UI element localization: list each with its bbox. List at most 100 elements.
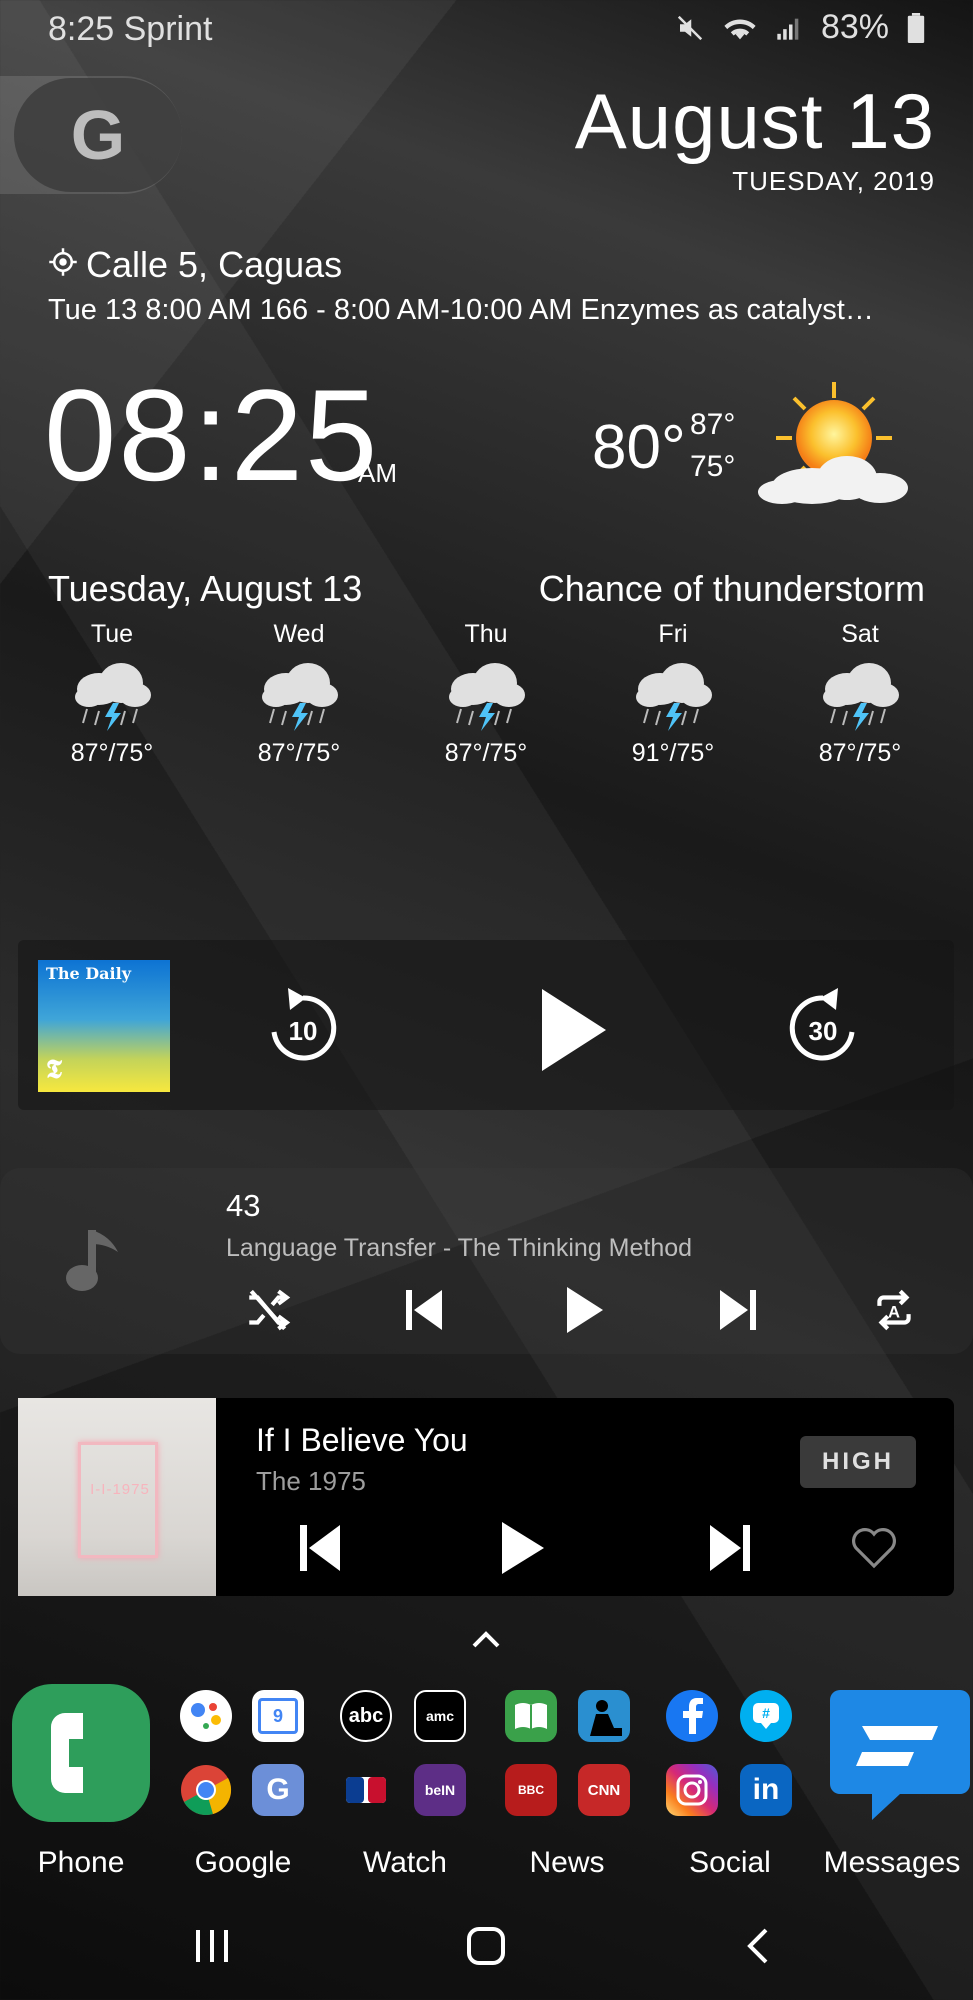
battery-icon — [907, 12, 925, 43]
forward-seconds: 30 — [809, 1016, 838, 1046]
forecast-day-label: Tue — [90, 620, 134, 648]
kindle-reader-icon[interactable] — [578, 1690, 630, 1742]
bein-logo: beIN — [424, 1782, 456, 1798]
facebook-icon[interactable] — [666, 1690, 718, 1742]
play-button[interactable] — [556, 1282, 612, 1338]
mute-icon — [675, 13, 705, 43]
cnn-app-icon[interactable]: CNN — [578, 1764, 630, 1816]
recent-apps-button[interactable] — [192, 1928, 232, 1969]
phone-handset-icon — [51, 1713, 83, 1793]
favorite-button[interactable] — [846, 1522, 902, 1574]
weekday-year: TUESDAY, 2019 — [732, 166, 935, 196]
signal-icon — [775, 13, 803, 43]
forward-30-button[interactable]: 30 — [778, 982, 868, 1072]
podcast-album-art[interactable]: The Daily 𝕿 — [38, 960, 170, 1092]
messages-app-icon[interactable] — [826, 1686, 973, 1824]
google-assistant-icon[interactable] — [180, 1690, 232, 1742]
location-text: Calle 5, Caguas — [86, 244, 343, 285]
skip-next-icon — [720, 1290, 756, 1330]
shuffle-off-button[interactable] — [240, 1282, 296, 1338]
podcast-art-title: The Daily — [46, 964, 131, 983]
phone-app-icon[interactable] — [12, 1684, 150, 1822]
rewind-10-button[interactable]: 10 — [258, 982, 348, 1072]
status-icons: 83% — [675, 8, 925, 47]
recents-icon — [196, 1930, 228, 1962]
groupme-icon[interactable]: # — [740, 1690, 792, 1742]
status-time-carrier: 8:25 Sprint — [48, 10, 213, 48]
album-art[interactable]: I-I-1975 — [18, 1398, 216, 1596]
np-next-button[interactable] — [700, 1520, 760, 1576]
calendar-event[interactable]: Tue 13 8:00 AM 166 - 8:00 AM-10:00 AM En… — [48, 294, 928, 327]
forecast-day[interactable]: Sat 87°/75° — [790, 620, 930, 768]
app-drawer-chevron-icon[interactable] — [468, 1628, 504, 1657]
forecast-day[interactable]: Wed 87°/75° — [229, 620, 369, 768]
mlb-app-icon[interactable] — [340, 1764, 392, 1816]
clock-ampm: AM — [358, 458, 397, 488]
clock-time[interactable]: 08:25 — [44, 370, 379, 500]
dock-label-news: News — [529, 1846, 605, 1879]
instagram-icon[interactable] — [666, 1764, 718, 1816]
track-artist: Language Transfer - The Thinking Method — [226, 1234, 693, 1262]
date-large[interactable]: August 13 — [575, 76, 935, 167]
thunderstorm-icon — [449, 663, 525, 731]
low-temperature: 75° — [690, 450, 736, 483]
next-button[interactable] — [710, 1282, 766, 1338]
location-row[interactable]: Calle 5, Caguas — [48, 244, 342, 286]
bein-sports-icon[interactable]: beIN — [414, 1764, 466, 1816]
partly-sunny-icon[interactable] — [752, 378, 912, 523]
rewind-seconds: 10 — [289, 1016, 318, 1046]
linkedin-icon[interactable]: in — [740, 1764, 792, 1816]
forecast-day[interactable]: Fri 91°/75° — [603, 620, 743, 768]
svg-text:A: A — [888, 1302, 900, 1321]
track-title: 43 — [226, 1188, 261, 1223]
amc-logo: amc — [425, 1708, 455, 1724]
forecast-day-label: Sat — [841, 620, 879, 648]
repeat-ab-button[interactable]: A — [866, 1282, 922, 1338]
forecast-day[interactable]: Tue 87°/75° — [42, 620, 182, 768]
high-temperature: 87° — [690, 408, 736, 441]
battery-percent: 83% — [820, 8, 889, 46]
forecast-day-label: Thu — [464, 620, 508, 648]
dock-label-watch: Watch — [363, 1846, 447, 1879]
back-icon — [747, 1928, 768, 1964]
messages-bubble-icon — [830, 1690, 970, 1820]
forecast-day-label: Fri — [658, 620, 688, 648]
weather-date-line: Tuesday, August 13 — [48, 568, 363, 609]
news-book-icon[interactable] — [505, 1690, 557, 1742]
quality-badge[interactable]: HIGH — [800, 1436, 916, 1488]
forward-icon: 30 — [789, 988, 855, 1061]
home-button[interactable] — [466, 1926, 506, 1971]
google-search-button[interactable]: G — [14, 78, 182, 192]
play-icon — [502, 1522, 544, 1574]
album-art-text: I-I-1975 — [90, 1481, 150, 1498]
neon-sign-art: I-I-1975 — [78, 1442, 158, 1558]
thunderstorm-icon — [823, 663, 899, 731]
google-calendar-icon[interactable]: 9 — [252, 1690, 304, 1742]
forecast-temps: 87°/75° — [257, 739, 341, 767]
current-temperature[interactable]: 80° — [592, 412, 686, 483]
podcast-play-button[interactable] — [520, 980, 620, 1080]
abc-logo: abc — [348, 1704, 384, 1727]
skip-previous-icon — [406, 1290, 442, 1330]
bbc-logo: BBC — [518, 1783, 544, 1797]
forecast-day[interactable]: Thu 87°/75° — [416, 620, 556, 768]
rewind-icon: 10 — [271, 988, 337, 1061]
np-previous-button[interactable] — [290, 1520, 350, 1576]
forecast-temps: 87°/75° — [70, 739, 154, 767]
shuffle-off-icon — [249, 1289, 291, 1331]
thunderstorm-icon — [75, 663, 151, 731]
bbc-news-icon[interactable]: BBC — [505, 1764, 557, 1816]
location-target-icon — [48, 244, 78, 286]
google-search-app-icon[interactable]: G — [252, 1764, 304, 1816]
chrome-icon[interactable] — [180, 1764, 232, 1816]
skip-next-icon — [710, 1525, 750, 1571]
abc-app-icon[interactable]: abc — [340, 1690, 392, 1742]
back-button[interactable] — [742, 1926, 772, 1971]
heart-icon — [852, 1528, 896, 1569]
dock-label-messages: Messages — [823, 1846, 961, 1879]
np-play-button[interactable] — [492, 1518, 552, 1578]
previous-button[interactable] — [396, 1282, 452, 1338]
amc-app-icon[interactable]: amc — [414, 1690, 466, 1742]
cnn-logo: CNN — [587, 1781, 621, 1799]
skip-previous-icon — [300, 1525, 340, 1571]
